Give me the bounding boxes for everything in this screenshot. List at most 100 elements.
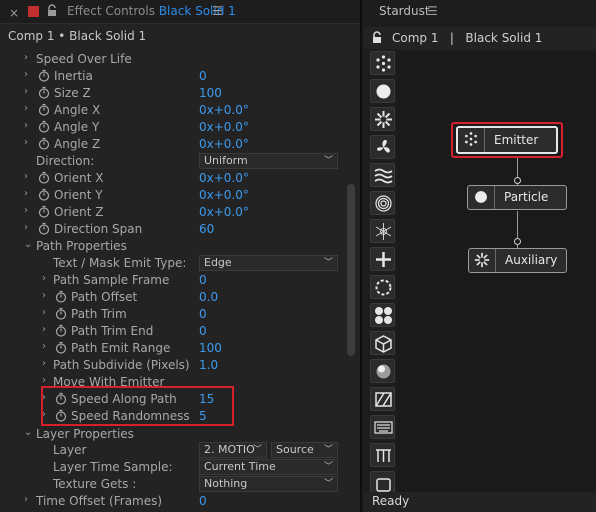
row-orient-x[interactable]: › Orient X 0x+0.0° bbox=[0, 170, 344, 187]
row-layer-properties[interactable]: ⌄ Layer Properties bbox=[0, 426, 344, 443]
path-trim-value[interactable]: 0 bbox=[199, 307, 207, 321]
vertical-lines-icon[interactable] bbox=[370, 443, 395, 467]
scrollbar[interactable] bbox=[345, 46, 357, 512]
row-direction-span[interactable]: › Direction Span 60 bbox=[0, 221, 344, 238]
chevron-right-icon[interactable]: › bbox=[24, 222, 28, 233]
chevron-right-icon[interactable]: › bbox=[24, 171, 28, 182]
stopwatch-icon[interactable] bbox=[55, 341, 67, 354]
rings-icon[interactable] bbox=[370, 191, 395, 215]
chevron-right-icon[interactable]: › bbox=[24, 120, 28, 131]
row-path-properties[interactable]: ⌄ Path Properties bbox=[0, 238, 344, 255]
angle-x-value[interactable]: 0x+0.0° bbox=[199, 103, 249, 117]
scrollbar-thumb[interactable] bbox=[347, 184, 355, 356]
stardust-tab[interactable]: Stardust ☰ bbox=[364, 0, 596, 24]
chevron-right-icon[interactable]: › bbox=[24, 205, 28, 216]
path-trim-end-value[interactable]: 0 bbox=[199, 324, 207, 338]
row-path-trim[interactable]: › Path Trim 0 bbox=[0, 306, 344, 323]
row-inertia[interactable]: › Inertia 0 bbox=[0, 68, 344, 85]
connector-port[interactable] bbox=[514, 238, 521, 245]
row-angle-x[interactable]: › Angle X 0x+0.0° bbox=[0, 102, 344, 119]
slashed-square-icon[interactable] bbox=[370, 387, 395, 411]
dashed-circle-icon[interactable] bbox=[370, 275, 395, 299]
snowflake-icon[interactable] bbox=[370, 219, 395, 243]
fan-icon[interactable] bbox=[370, 135, 395, 159]
stopwatch-icon[interactable] bbox=[38, 205, 50, 218]
stopwatch-icon[interactable] bbox=[38, 69, 50, 82]
stopwatch-icon[interactable] bbox=[38, 137, 50, 150]
stopwatch-icon[interactable] bbox=[38, 120, 50, 133]
path-emit-range-value[interactable]: 100 bbox=[199, 341, 222, 355]
stopwatch-icon[interactable] bbox=[38, 188, 50, 201]
row-path-sample-frame[interactable]: › Path Sample Frame 0 bbox=[0, 272, 344, 289]
chevron-right-icon[interactable]: › bbox=[42, 290, 46, 301]
row-path-emit-range[interactable]: › Path Emit Range 100 bbox=[0, 340, 344, 357]
sphere-icon[interactable] bbox=[370, 359, 395, 383]
row-orient-y[interactable]: › Orient Y 0x+0.0° bbox=[0, 187, 344, 204]
row-speed-over-life[interactable]: › Speed Over Life bbox=[0, 51, 344, 68]
size-z-value[interactable]: 100 bbox=[199, 86, 222, 100]
effect-controls-tab[interactable]: × Effect Controls Black Solid 1 ☰ bbox=[0, 0, 360, 24]
emit-type-dropdown[interactable]: Edge ﹀ bbox=[199, 255, 338, 271]
time-offset-value[interactable]: 0 bbox=[199, 494, 207, 508]
row-size-z[interactable]: › Size Z 100 bbox=[0, 85, 344, 102]
stopwatch-icon[interactable] bbox=[38, 86, 50, 99]
chevron-right-icon[interactable]: › bbox=[24, 137, 28, 148]
direction-span-value[interactable]: 60 bbox=[199, 222, 214, 236]
chevron-right-icon[interactable]: › bbox=[24, 52, 28, 63]
path-sample-frame-value[interactable]: 0 bbox=[199, 273, 207, 287]
cube-icon[interactable] bbox=[370, 331, 395, 355]
lock-icon[interactable] bbox=[372, 31, 382, 47]
chevron-right-icon[interactable]: › bbox=[42, 341, 46, 352]
four-dots-icon[interactable] bbox=[370, 303, 395, 327]
chevron-right-icon[interactable]: › bbox=[42, 375, 46, 386]
direction-dropdown[interactable]: Uniform ﹀ bbox=[199, 153, 338, 169]
orient-z-value[interactable]: 0x+0.0° bbox=[199, 205, 249, 219]
row-path-offset[interactable]: › Path Offset 0.0 bbox=[0, 289, 344, 306]
particle-circle-icon[interactable] bbox=[370, 79, 395, 103]
chevron-right-icon[interactable]: › bbox=[42, 273, 46, 284]
hamburger-icon[interactable]: ☰ bbox=[427, 4, 438, 18]
chevron-right-icon[interactable]: › bbox=[42, 358, 46, 369]
row-path-subdivide[interactable]: › Path Subdivide (Pixels) 1.0 bbox=[0, 357, 344, 374]
angle-z-value[interactable]: 0x+0.0° bbox=[199, 137, 249, 151]
stopwatch-icon[interactable] bbox=[38, 103, 50, 116]
layer-time-sample-dropdown[interactable]: Current Time ﹀ bbox=[199, 459, 338, 475]
chevron-right-icon[interactable]: › bbox=[24, 494, 28, 505]
texture-gets-dropdown[interactable]: Nothing ﹀ bbox=[199, 476, 338, 492]
path-offset-value[interactable]: 0.0 bbox=[199, 290, 218, 304]
row-path-trim-end[interactable]: › Path Trim End 0 bbox=[0, 323, 344, 340]
keyboard-icon[interactable] bbox=[370, 415, 395, 439]
emitter-node[interactable]: Emitter bbox=[456, 126, 558, 154]
layer-source-dropdown[interactable]: Source ﹀ bbox=[271, 442, 338, 458]
chevron-right-icon[interactable]: › bbox=[24, 103, 28, 114]
chevron-down-icon[interactable]: ⌄ bbox=[24, 427, 32, 438]
close-icon[interactable]: × bbox=[9, 6, 19, 20]
layer-dropdown[interactable]: 2. MOTIO ﹀ bbox=[199, 442, 267, 458]
path-subdivide-value[interactable]: 1.0 bbox=[199, 358, 218, 372]
auxiliary-node[interactable]: Auxiliary bbox=[468, 248, 567, 273]
chevron-right-icon[interactable]: › bbox=[24, 69, 28, 80]
stopwatch-icon[interactable] bbox=[55, 324, 67, 337]
orient-y-value[interactable]: 0x+0.0° bbox=[199, 188, 249, 202]
row-angle-z[interactable]: › Angle Z 0x+0.0° bbox=[0, 136, 344, 153]
row-angle-y[interactable]: › Angle Y 0x+0.0° bbox=[0, 119, 344, 136]
row-time-offset[interactable]: › Time Offset (Frames) 0 bbox=[0, 493, 344, 510]
stopwatch-icon[interactable] bbox=[38, 171, 50, 184]
burst-icon[interactable] bbox=[370, 107, 395, 131]
particle-node[interactable]: Particle bbox=[467, 185, 567, 210]
orient-x-value[interactable]: 0x+0.0° bbox=[199, 171, 249, 185]
chevron-right-icon[interactable]: › bbox=[42, 307, 46, 318]
stopwatch-icon[interactable] bbox=[55, 307, 67, 320]
row-orient-z[interactable]: › Orient Z 0x+0.0° bbox=[0, 204, 344, 221]
inertia-value[interactable]: 0 bbox=[199, 69, 207, 83]
plus-icon[interactable] bbox=[370, 247, 395, 271]
lock-icon[interactable] bbox=[47, 4, 57, 20]
hamburger-icon[interactable]: ☰ bbox=[212, 4, 223, 18]
chevron-right-icon[interactable]: › bbox=[42, 324, 46, 335]
angle-y-value[interactable]: 0x+0.0° bbox=[199, 120, 249, 134]
waves-icon[interactable] bbox=[370, 163, 395, 187]
chevron-down-icon[interactable]: ⌄ bbox=[24, 239, 32, 250]
chevron-right-icon[interactable]: › bbox=[24, 188, 28, 199]
connector-port[interactable] bbox=[514, 177, 521, 184]
stopwatch-icon[interactable] bbox=[38, 222, 50, 235]
